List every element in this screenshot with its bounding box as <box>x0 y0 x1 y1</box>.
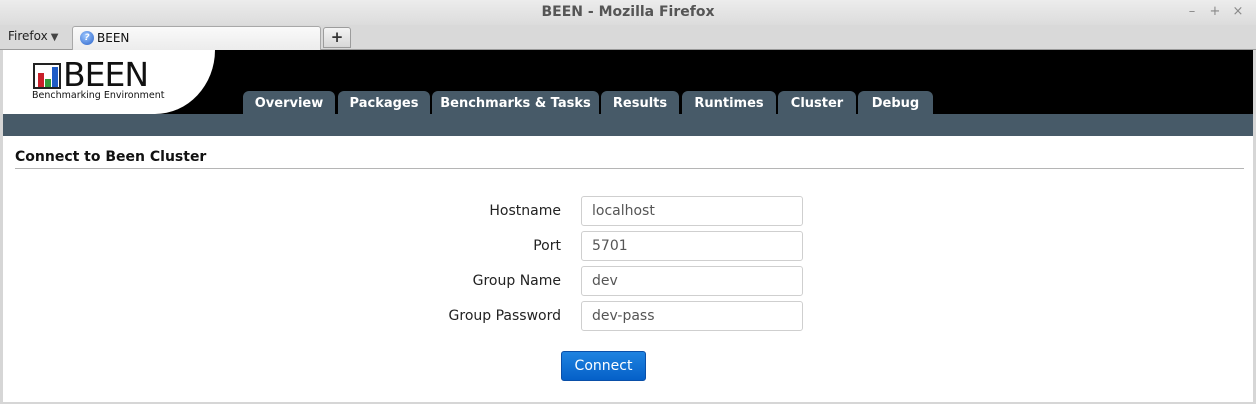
firefox-menu-button[interactable]: Firefox ▼ <box>8 29 58 43</box>
port-label: Port <box>533 238 561 254</box>
browser-tab[interactable]: ? BEEN <box>72 26 321 50</box>
group-password-label: Group Password <box>448 308 561 324</box>
group-password-input[interactable] <box>581 301 803 331</box>
tab-title: BEEN <box>97 31 130 45</box>
nav-subbar <box>3 114 1253 136</box>
app-header: BEEN Benchmarking Environment Overview P… <box>3 50 1253 114</box>
nav-tab-debug[interactable]: Debug <box>858 91 933 114</box>
logo-text: BEEN <box>63 55 149 94</box>
close-icon[interactable]: × <box>1229 4 1247 19</box>
group-name-input[interactable] <box>581 266 803 296</box>
nav-tab-results[interactable]: Results <box>601 91 679 114</box>
connect-button[interactable]: Connect <box>561 351 646 381</box>
new-tab-button[interactable]: + <box>323 27 351 48</box>
maximize-icon[interactable]: + <box>1206 4 1224 19</box>
dropdown-arrow-icon: ▼ <box>50 32 59 43</box>
hostname-label: Hostname <box>489 203 561 219</box>
window-titlebar: BEEN - Mozilla Firefox – + × <box>0 0 1256 25</box>
favicon-icon: ? <box>80 31 94 45</box>
logo[interactable]: BEEN Benchmarking Environment <box>3 50 215 114</box>
page-title: Connect to Been Cluster <box>15 149 207 165</box>
group-name-label: Group Name <box>472 273 561 289</box>
nav-tab-packages[interactable]: Packages <box>338 91 430 114</box>
nav-tab-overview[interactable]: Overview <box>243 91 335 114</box>
logo-subtitle: Benchmarking Environment <box>32 90 165 101</box>
nav-tab-cluster[interactable]: Cluster <box>778 91 856 114</box>
hostname-input[interactable] <box>581 196 803 226</box>
window-title: BEEN - Mozilla Firefox <box>541 4 715 20</box>
port-input[interactable] <box>581 231 803 261</box>
logo-bars-icon <box>33 63 61 89</box>
browser-tabstrip: Firefox ▼ ? BEEN + <box>0 25 1256 50</box>
minimize-icon[interactable]: – <box>1183 4 1201 19</box>
nav-tab-runtimes[interactable]: Runtimes <box>682 91 776 114</box>
nav-tab-benchmarks-tasks[interactable]: Benchmarks & Tasks <box>432 91 599 114</box>
logo-bar-green <box>45 79 51 87</box>
main-content: Connect to Been Cluster Hostname Port Gr… <box>3 136 1253 402</box>
logo-bar-red <box>38 73 44 87</box>
logo-bar-blue <box>52 67 58 87</box>
title-divider <box>15 168 1244 169</box>
firefox-menu-label: Firefox <box>8 29 48 43</box>
